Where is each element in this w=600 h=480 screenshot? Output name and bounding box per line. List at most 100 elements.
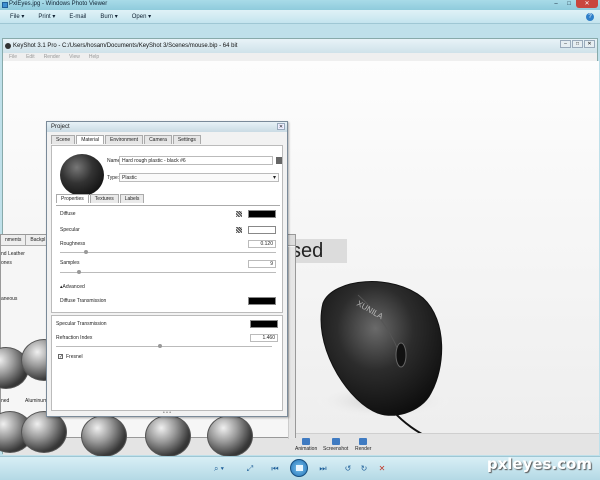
type-label: Type: — [107, 175, 120, 181]
material-thumbnail[interactable] — [21, 411, 67, 453]
close-button[interactable]: ✕ — [576, 0, 598, 8]
tab-scene[interactable]: Scene — [51, 135, 76, 144]
fresnel-label: Fresnel — [66, 354, 83, 360]
watermark: pxleyes.com — [486, 455, 592, 473]
minimize-button[interactable]: – — [550, 0, 562, 8]
keyshot-app-icon — [5, 43, 11, 49]
roughness-value[interactable]: 0.120 — [248, 240, 276, 248]
keyshot-caption-buttons: – □ ✕ — [559, 40, 595, 48]
slideshow-button[interactable] — [290, 459, 308, 477]
photo-viewer-caption-buttons: – □ ✕ — [549, 0, 598, 8]
keyshot-title: KeyShot 3.1 Pro - C:/Users/hosam/Documen… — [13, 43, 238, 49]
project-titlebar: Project ✕ — [47, 122, 287, 132]
tab-environment[interactable]: Environment — [104, 135, 144, 144]
refraction-index-label: Refraction Index — [56, 335, 93, 341]
specular-transmission-swatch[interactable] — [250, 320, 278, 328]
keyshot-close-button[interactable]: ✕ — [584, 40, 595, 48]
material-panel: Name: Hard rough plastic - black #6 Type… — [51, 145, 283, 313]
tab-labels[interactable]: Labels — [119, 194, 145, 203]
ks-menu-render[interactable]: Render — [44, 54, 60, 60]
library-scrollbar[interactable] — [288, 247, 295, 439]
tab-properties[interactable]: Properties — [56, 194, 89, 203]
tab-settings[interactable]: Settings — [172, 135, 201, 144]
menu-print[interactable]: Print ▾ — [38, 13, 55, 20]
project-window: Project ✕ Scene Material Environment Cam… — [46, 121, 288, 417]
refraction-index-value[interactable]: 1.460 — [250, 334, 278, 342]
rotate-cw-button[interactable]: ↻ — [358, 462, 370, 476]
thumbnail-caption: ned — [1, 398, 10, 404]
project-tabs: Scene Material Environment Camera Settin… — [51, 135, 202, 144]
screenshot-icon — [331, 438, 340, 445]
material-preview[interactable] — [60, 154, 104, 196]
diffuse-transmission-label: Diffuse Transmission — [60, 298, 107, 304]
ks-menu-help[interactable]: Help — [89, 54, 99, 60]
material-thumbnail[interactable] — [207, 415, 253, 457]
ks-menu-view[interactable]: View — [69, 54, 80, 60]
animation-icon — [302, 438, 311, 445]
refraction-index-slider[interactable] — [56, 344, 272, 348]
slider-thumb[interactable] — [83, 250, 88, 254]
project-close-button[interactable]: ✕ — [277, 123, 285, 130]
menu-open[interactable]: Open ▾ — [132, 13, 151, 20]
next-button[interactable]: ⏭ — [316, 462, 330, 476]
material-thumbnail[interactable] — [145, 415, 191, 457]
slider-thumb[interactable] — [157, 344, 162, 348]
material-thumbnail[interactable] — [81, 415, 127, 457]
samples-slider[interactable] — [60, 270, 276, 274]
material-sub-tabs: Properties Textures Labels — [56, 194, 145, 203]
render-icon — [359, 438, 368, 445]
diffuse-transmission-swatch[interactable] — [248, 297, 276, 305]
advanced-header[interactable]: ▴Advanced — [60, 284, 85, 290]
diffuse-label: Diffuse — [60, 211, 76, 217]
previous-button[interactable]: ⏮ — [268, 462, 282, 476]
advanced-panel: Specular Transmission Refraction Index 1… — [51, 315, 283, 411]
thumbnail-caption: Aluminum — [25, 398, 48, 404]
tab-textures[interactable]: Textures — [89, 194, 119, 203]
toolbar-screenshot[interactable]: Screenshot — [323, 438, 348, 452]
toolbar-render[interactable]: Render — [355, 438, 371, 452]
tab-camera[interactable]: Camera — [144, 135, 172, 144]
photo-viewer-app-icon — [2, 2, 8, 8]
roughness-slider[interactable] — [60, 250, 276, 254]
save-icon[interactable] — [276, 157, 282, 164]
ks-menu-edit[interactable]: Edit — [26, 54, 35, 60]
fresnel-checkbox[interactable]: ✓ — [58, 354, 63, 360]
scroll-wheel — [395, 342, 407, 368]
samples-label: Samples — [60, 260, 80, 266]
menu-email[interactable]: E-mail — [69, 14, 86, 20]
specular-color-swatch[interactable] — [248, 226, 276, 234]
tab-material[interactable]: Material — [76, 135, 104, 144]
menu-file[interactable]: File ▾ — [10, 13, 24, 20]
texture-map-icon[interactable] — [236, 227, 242, 233]
photo-viewer-menubar: File ▾ Print ▾ E-mail Burn ▾ Open ▾ — [0, 10, 600, 24]
ks-menu-file[interactable]: File — [9, 54, 17, 60]
toolbar-animation[interactable]: Animation — [295, 438, 317, 452]
rotate-ccw-button[interactable]: ↺ — [342, 462, 354, 476]
maximize-button[interactable]: □ — [563, 0, 575, 8]
fit-window-button[interactable]: ⤢ — [244, 462, 256, 476]
specular-transmission-label: Specular Transmission — [56, 321, 107, 327]
diffuse-color-swatch[interactable] — [248, 210, 276, 218]
keyshot-menubar: File Edit Render View Help — [3, 53, 597, 61]
resize-grip[interactable]: • • • — [163, 410, 171, 416]
menu-burn[interactable]: Burn ▾ — [100, 13, 117, 20]
computer-mouse-render: XUNILA — [313, 281, 453, 433]
photo-viewer-titlebar: PxlEyes.jpg - Windows Photo Viewer – □ ✕ — [0, 0, 600, 10]
material-type-select[interactable]: Plastic — [119, 173, 279, 182]
keyshot-minimize-button[interactable]: – — [560, 40, 571, 48]
material-name-field[interactable]: Hard rough plastic - black #6 — [119, 156, 273, 165]
help-icon[interactable]: ? — [586, 13, 594, 21]
texture-map-icon[interactable] — [236, 211, 242, 217]
delete-button[interactable]: ✕ — [376, 462, 388, 476]
photo-viewer-title: PxlEyes.jpg - Windows Photo Viewer — [9, 1, 108, 7]
overlay-text: sed — [289, 239, 347, 263]
keyshot-titlebar: KeyShot 3.1 Pro - C:/Users/hosam/Documen… — [3, 39, 597, 53]
keyshot-maximize-button[interactable]: □ — [572, 40, 583, 48]
samples-value[interactable]: 9 — [248, 260, 276, 268]
zoom-button[interactable]: ⌕ ▾ — [206, 462, 232, 476]
project-title: Project — [51, 124, 70, 130]
specular-label: Specular — [60, 227, 80, 233]
slider-thumb[interactable] — [77, 270, 82, 274]
library-tab-environments[interactable]: nments — [1, 235, 27, 245]
properties-panel: Diffuse Specular Roughness 0.120 Samples… — [56, 205, 280, 309]
